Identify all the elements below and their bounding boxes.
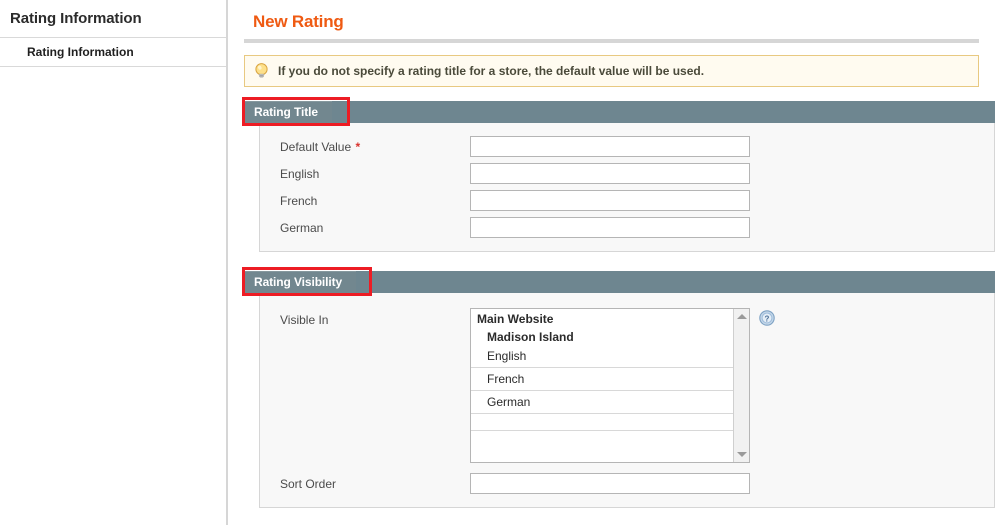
title-divider (244, 39, 979, 43)
required-marker: * (352, 139, 361, 154)
page-root: Rating Information Rating Information Ne… (0, 0, 995, 525)
sidebar: Rating Information Rating Information (0, 0, 228, 525)
lightbulb-icon (254, 63, 269, 79)
sidebar-item-rating-information[interactable]: Rating Information (0, 38, 226, 67)
tab-rating-visibility[interactable]: Rating Visibility (244, 271, 357, 293)
svg-text:?: ? (765, 314, 770, 323)
visible-in-multiselect[interactable]: Main Website Madison Island English Fren… (470, 308, 750, 463)
rating-title-fields: Default Value * English French German (259, 123, 995, 252)
list-empty-space (471, 414, 733, 431)
section-rating-visibility: Rating Visibility Visible In Main Websit… (242, 267, 995, 508)
field-row-sort-order: Sort Order (260, 470, 994, 497)
field-row-visible-in: Visible In Main Website Madison Island E… (260, 303, 994, 466)
field-row-default-value: Default Value * (260, 133, 994, 160)
german-input[interactable] (470, 217, 750, 238)
label-english: English (280, 166, 320, 181)
page-header: New Rating (228, 0, 995, 32)
tab-rating-visibility-label: Rating Visibility (254, 275, 343, 289)
list-item-french[interactable]: French (471, 368, 733, 391)
label-french: French (280, 193, 318, 208)
french-input[interactable] (470, 190, 750, 211)
rating-title-header-bar: Rating Title (242, 97, 995, 126)
multiselect-scrollbar[interactable] (733, 309, 749, 462)
sidebar-nav: Rating Information (0, 37, 226, 67)
rating-visibility-fields: Visible In Main Website Madison Island E… (259, 293, 995, 508)
sidebar-item-label: Rating Information (27, 45, 134, 59)
notice-text: If you do not specify a rating title for… (278, 64, 705, 78)
label-default-value: Default Value * (260, 139, 470, 155)
rating-visibility-header-bar: Rating Visibility (242, 267, 995, 296)
list-item-german[interactable]: German (471, 391, 733, 414)
default-value-input[interactable] (470, 136, 750, 157)
label-german: German (280, 220, 324, 235)
page-title: New Rating (253, 12, 344, 31)
visible-in-control: Main Website Madison Island English Fren… (470, 308, 775, 463)
field-row-english: English (260, 160, 994, 187)
field-row-french: French (260, 187, 994, 214)
visible-in-option-list: Main Website Madison Island English Fren… (471, 309, 733, 462)
english-input[interactable] (470, 163, 750, 184)
field-row-german: German (260, 214, 994, 241)
section-rating-title: Rating Title Default Value * English Fre… (242, 97, 995, 252)
help-circle-icon[interactable]: ? (759, 310, 775, 326)
label-visible-in: Visible In (280, 313, 329, 327)
sidebar-title: Rating Information (10, 10, 142, 27)
scroll-up-arrow-icon[interactable] (737, 314, 747, 319)
list-item-madison-island[interactable]: Madison Island (471, 327, 733, 345)
tab-rating-title-label: Rating Title (254, 105, 318, 119)
scroll-down-arrow-icon[interactable] (737, 452, 747, 457)
list-item-english[interactable]: English (471, 345, 733, 368)
main-content: New Rating If you do not specify a ratin… (228, 0, 995, 525)
list-item-main-website[interactable]: Main Website (471, 309, 733, 327)
sort-order-input[interactable] (470, 473, 750, 494)
tab-rating-title[interactable]: Rating Title (244, 101, 332, 123)
label-default-value-text: Default Value (280, 139, 352, 154)
label-sort-order: Sort Order (280, 476, 337, 491)
notice-bar: If you do not specify a rating title for… (244, 55, 979, 87)
